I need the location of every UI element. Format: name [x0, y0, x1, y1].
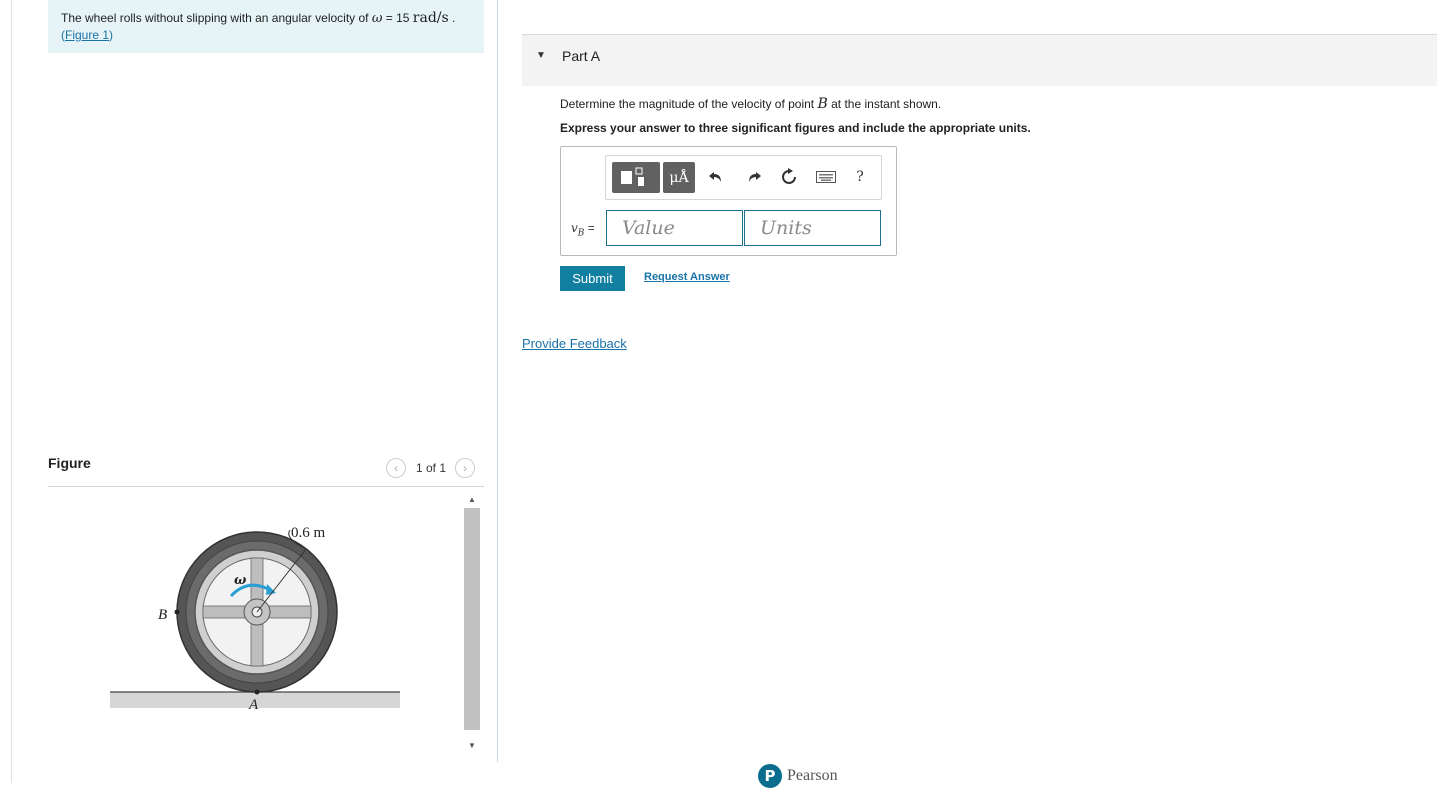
- chevron-right-icon[interactable]: ›: [455, 458, 476, 478]
- units-text: rad/s: [412, 10, 449, 26]
- problem-text: The wheel rolls without slipping with an…: [61, 10, 456, 26]
- point-a-label: A: [248, 697, 259, 713]
- problem-statement: The wheel rolls without slipping with an…: [48, 0, 484, 53]
- point-b-dot: [174, 609, 180, 615]
- point-a-dot: [254, 689, 260, 695]
- point-b-symbol: B: [817, 96, 828, 112]
- point-b-label: B: [158, 607, 167, 623]
- omega-symbol: ω: [371, 11, 383, 26]
- wheel-diagram: 0.6 m ω B A: [110, 525, 400, 713]
- figure-link-line: (Figure 1): [61, 28, 114, 42]
- figure-pagination: ‹ 1 of 1 ›: [386, 457, 476, 479]
- units-icon[interactable]: μÅ: [663, 162, 695, 193]
- templates-icon[interactable]: [612, 162, 660, 193]
- reset-icon[interactable]: [778, 166, 800, 188]
- answer-box: μÅ ? vB =: [560, 146, 897, 256]
- radius-label: 0.6 m: [291, 525, 326, 541]
- page-left-border: [11, 0, 12, 783]
- figure-scrollbar[interactable]: ▲ ▼: [462, 490, 482, 758]
- pearson-logo-icon: P: [758, 764, 782, 788]
- redo-icon[interactable]: [743, 166, 765, 188]
- figure-divider: [48, 486, 484, 487]
- value-input[interactable]: [606, 210, 743, 246]
- undo-icon[interactable]: [705, 166, 727, 188]
- math-toolbar: μÅ ?: [605, 155, 882, 200]
- provide-feedback-link[interactable]: Provide Feedback: [522, 336, 627, 351]
- figure-title: Figure: [48, 455, 91, 471]
- collapse-caret-icon[interactable]: ▼: [536, 50, 546, 61]
- answer-instruction: Express your answer to three significant…: [560, 121, 1031, 135]
- units-input[interactable]: [744, 210, 881, 246]
- pearson-brand: Pearson: [787, 767, 838, 784]
- answer-variable-label: vB =: [571, 221, 595, 239]
- scroll-thumb[interactable]: [464, 508, 480, 730]
- pearson-footer: P Pearson: [758, 764, 838, 788]
- omega-label: ω: [234, 573, 247, 588]
- part-title: Part A: [562, 48, 601, 64]
- submit-button[interactable]: Submit: [560, 266, 625, 291]
- chevron-left-icon[interactable]: ‹: [386, 458, 406, 478]
- panel-divider: [497, 0, 498, 762]
- figure-image: 0.6 m ω B A: [48, 494, 458, 756]
- scroll-up-icon[interactable]: ▲: [462, 492, 482, 506]
- request-answer-link[interactable]: Request Answer: [644, 271, 730, 283]
- keyboard-icon[interactable]: [815, 166, 837, 188]
- templates-glyph: [621, 167, 644, 186]
- question-text: Determine the magnitude of the velocity …: [560, 96, 942, 112]
- part-a-header[interactable]: ▼ Part A: [522, 35, 1437, 86]
- page-indicator: 1 of 1: [416, 461, 447, 475]
- figure-link[interactable]: Figure 1: [65, 28, 109, 42]
- help-icon[interactable]: ?: [849, 166, 871, 188]
- scroll-down-icon[interactable]: ▼: [462, 738, 482, 752]
